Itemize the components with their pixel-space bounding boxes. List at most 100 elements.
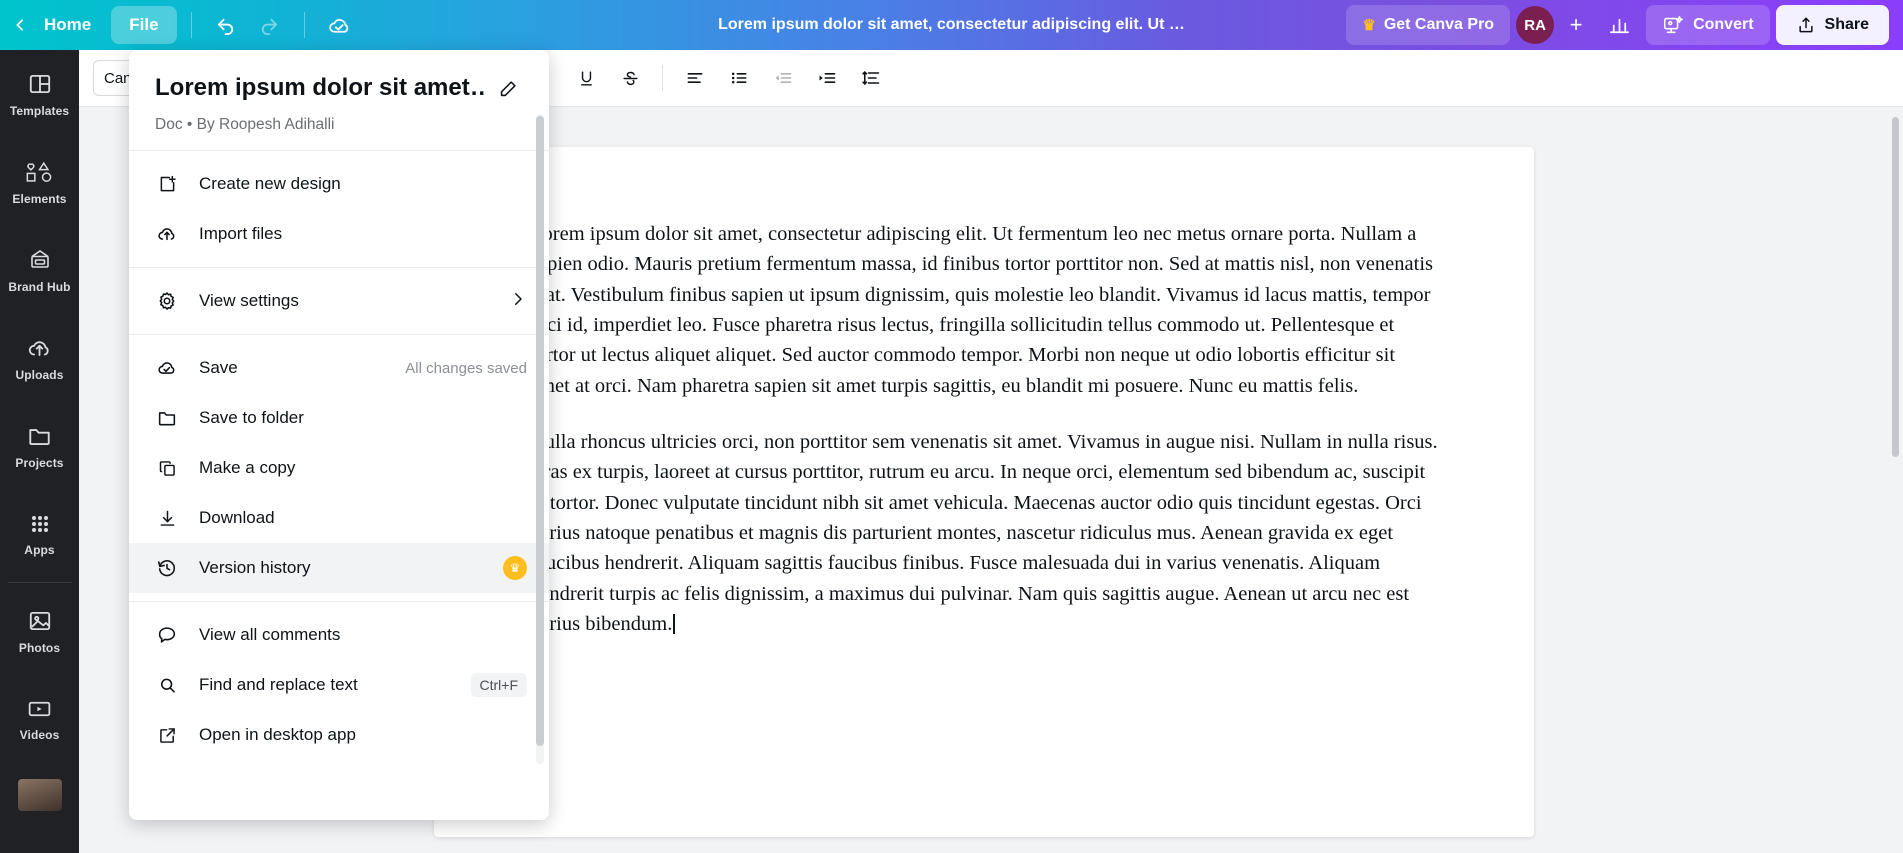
outdent-button[interactable] — [762, 58, 804, 98]
menu-item-label: Save to folder — [199, 408, 304, 427]
file-menu-button[interactable]: File — [111, 6, 177, 44]
text-caret — [673, 613, 675, 634]
insights-button[interactable] — [1598, 6, 1640, 44]
pro-crown-badge-icon: ♛ — [503, 556, 527, 580]
external-link-icon — [155, 723, 179, 747]
file-menu-group: Save All changes saved Save to folder Ma… — [129, 335, 549, 602]
menu-item-save[interactable]: Save All changes saved — [129, 343, 549, 393]
search-icon — [155, 673, 179, 697]
redo-button[interactable] — [248, 6, 290, 44]
sidebar-label: Uploads — [15, 367, 64, 382]
file-dropdown-menu: Lorem ipsum dolor sit amet… Doc • By Roo… — [129, 50, 549, 820]
get-canva-pro-button[interactable]: ♛ Get Canva Pro — [1346, 5, 1511, 45]
menu-item-view-settings[interactable]: View settings — [129, 276, 549, 326]
menu-item-label: View settings — [199, 291, 299, 310]
bulleted-list-icon — [731, 72, 747, 84]
cloud-save-status-button[interactable] — [319, 6, 361, 44]
gear-icon — [155, 289, 179, 313]
sidebar-item-elements[interactable]: Elements — [0, 138, 79, 226]
menu-item-create-new-design[interactable]: Create new design — [129, 159, 549, 209]
sidebar-item-videos[interactable]: Videos — [0, 675, 79, 763]
sidebar-label: Videos — [19, 727, 60, 742]
line-spacing-icon — [862, 71, 880, 85]
menu-item-label: Version history — [199, 558, 311, 577]
chevron-left-icon — [16, 19, 23, 31]
crown-icon: ♛ — [1362, 16, 1376, 34]
file-menu-title: Lorem ipsum dolor sit amet… — [155, 74, 485, 101]
file-menu-subtitle: Doc • By Roopesh Adihalli — [155, 116, 335, 133]
convert-button[interactable]: Convert — [1646, 5, 1770, 45]
sidebar-design-thumbnail[interactable] — [17, 779, 62, 811]
document-page[interactable]: Lorem ipsum dolor sit amet, consectetur … — [434, 147, 1534, 837]
indent-icon — [819, 73, 836, 83]
menu-item-label: Save — [199, 358, 238, 377]
menu-item-trailing — [509, 290, 527, 313]
sidebar-label: Brand Hub — [8, 279, 71, 294]
align-left-button[interactable] — [674, 58, 716, 98]
elements-shapes-icon — [26, 161, 51, 182]
redo-icon — [261, 18, 278, 35]
document-paragraph[interactable]: Nulla rhoncus ultricies orci, non portti… — [530, 427, 1438, 639]
copy-icon — [155, 456, 179, 480]
left-sidebar: Templates Elements Brand Hub Uploads Pro… — [0, 50, 79, 853]
shortcut-badge: Ctrl+F — [470, 673, 527, 697]
cloud-check-icon — [329, 18, 349, 33]
menu-item-find-and-replace-text[interactable]: Find and replace text Ctrl+F — [129, 660, 549, 710]
cloud-upload-icon — [28, 340, 49, 356]
menu-item-label: Make a copy — [199, 458, 296, 477]
strikethrough-button[interactable] — [609, 58, 651, 98]
rename-design-button[interactable] — [497, 78, 519, 105]
home-button[interactable]: Home — [40, 7, 105, 43]
convert-label: Convert — [1693, 16, 1754, 33]
underline-button[interactable] — [565, 58, 607, 98]
menu-item-import-files[interactable]: Import files — [129, 209, 549, 259]
sidebar-item-photos[interactable]: Photos — [0, 587, 79, 675]
header-right-controls: ♛ Get Canva Pro RA + Convert Share — [1346, 0, 1903, 50]
share-upload-icon — [1798, 17, 1813, 33]
header-divider-2 — [303, 12, 305, 38]
photo-icon — [29, 611, 50, 630]
file-menu-group: View all comments Find and replace text … — [129, 602, 549, 768]
back-button[interactable] — [0, 0, 40, 50]
chevron-right-icon — [509, 290, 527, 313]
toolbar-divider-1 — [662, 65, 663, 91]
menu-item-make-a-copy[interactable]: Make a copy — [129, 443, 549, 493]
menu-item-label: Create new design — [199, 174, 341, 193]
sidebar-label: Photos — [18, 640, 61, 655]
menu-item-download[interactable]: Download — [129, 493, 549, 543]
menu-item-label: View all comments — [199, 625, 341, 644]
line-spacing-button[interactable] — [850, 58, 892, 98]
paragraph-text: Nulla rhoncus ultricies orci, non portti… — [530, 430, 1438, 635]
cloud-upload-icon — [155, 222, 179, 246]
indent-button[interactable] — [806, 58, 848, 98]
menu-item-version-history[interactable]: Version history ♛ — [129, 543, 549, 593]
video-icon — [28, 701, 51, 716]
folder-icon — [155, 406, 179, 430]
menu-item-open-in-desktop-app[interactable]: Open in desktop app — [129, 710, 549, 760]
download-icon — [155, 506, 179, 530]
sidebar-item-apps[interactable]: Apps — [0, 490, 79, 578]
pencil-icon — [500, 81, 516, 97]
sidebar-item-templates[interactable]: Templates — [0, 50, 79, 138]
menu-scrollbar-thumb[interactable] — [536, 116, 544, 746]
get-canva-pro-label: Get Canva Pro — [1383, 16, 1495, 33]
sidebar-item-brand-hub[interactable]: Brand Hub — [0, 226, 79, 314]
add-collaborator-button[interactable]: + — [1560, 6, 1592, 44]
menu-item-view-all-comments[interactable]: View all comments — [129, 610, 549, 660]
header-left-controls: Home File — [0, 0, 361, 50]
document-paragraph[interactable]: Lorem ipsum dolor sit amet, consectetur … — [530, 219, 1438, 401]
align-left-icon — [687, 73, 703, 83]
folder-icon — [29, 428, 50, 445]
avatar[interactable]: RA — [1516, 6, 1555, 44]
bulleted-list-button[interactable] — [718, 58, 760, 98]
strikethrough-icon — [622, 71, 638, 85]
file-menu-header: Lorem ipsum dolor sit amet… Doc • By Roo… — [129, 50, 549, 151]
menu-item-save-to-folder[interactable]: Save to folder — [129, 393, 549, 443]
menu-item-label: Download — [199, 508, 275, 527]
sidebar-item-uploads[interactable]: Uploads — [0, 314, 79, 402]
sidebar-item-projects[interactable]: Projects — [0, 402, 79, 490]
top-header-bar: Home File Lorem ipsum dolor sit amet, co… — [0, 0, 1903, 50]
share-button[interactable]: Share — [1775, 5, 1889, 45]
canvas-scrollbar[interactable] — [1892, 117, 1899, 457]
undo-button[interactable] — [206, 6, 248, 44]
